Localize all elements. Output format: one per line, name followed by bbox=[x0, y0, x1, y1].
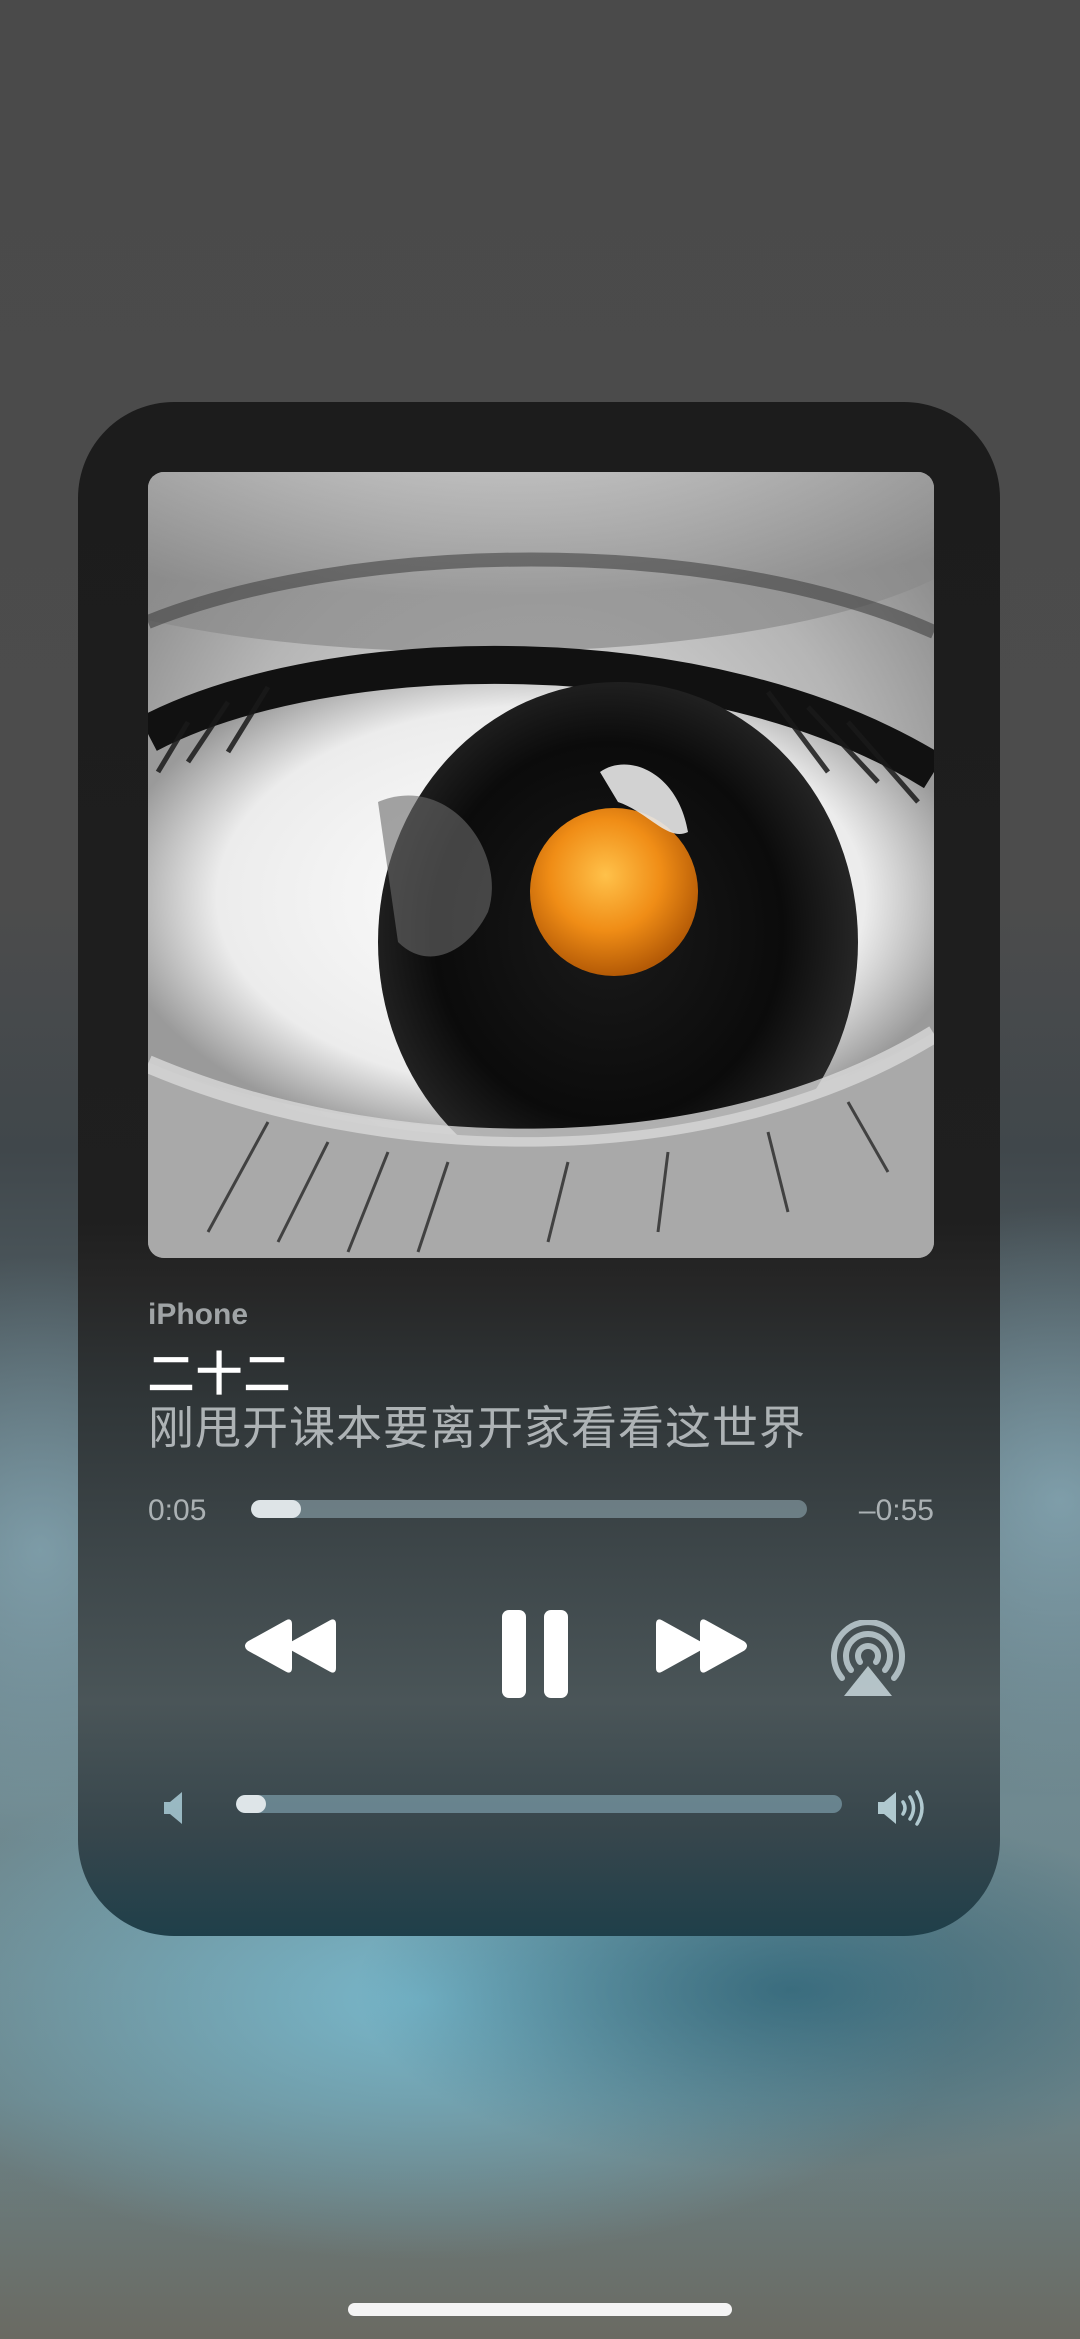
pause-button[interactable] bbox=[498, 1608, 574, 1700]
album-artwork bbox=[148, 472, 934, 1258]
fast-forward-icon bbox=[656, 1619, 747, 1673]
airplay-audio-icon bbox=[831, 1620, 905, 1696]
volume-level-fill bbox=[236, 1795, 267, 1813]
volume-slider[interactable] bbox=[236, 1795, 842, 1813]
playback-progress-fill bbox=[251, 1500, 302, 1518]
track-subtitle: 刚甩开课本要离开家看看这世界 bbox=[148, 1401, 806, 1455]
speaker-low-icon bbox=[160, 1788, 190, 1832]
airplay-audio-button[interactable] bbox=[828, 1620, 908, 1698]
remaining-time: –0:55 bbox=[858, 1494, 934, 1527]
elapsed-time: 0:05 bbox=[148, 1494, 207, 1527]
playback-source: iPhone bbox=[148, 1298, 249, 1331]
now-playing-card: iPhone 二十二 刚甩开课本要离开家看看这世界 0:05 –0:55 bbox=[78, 402, 1000, 1936]
fast-forward-button[interactable] bbox=[655, 1618, 749, 1674]
speaker-high-icon bbox=[876, 1788, 932, 1832]
home-indicator[interactable] bbox=[348, 2303, 732, 2316]
pause-icon bbox=[502, 1610, 568, 1698]
playback-scrubber[interactable] bbox=[251, 1500, 807, 1518]
rewind-button[interactable] bbox=[243, 1618, 337, 1674]
rewind-icon bbox=[245, 1619, 336, 1673]
